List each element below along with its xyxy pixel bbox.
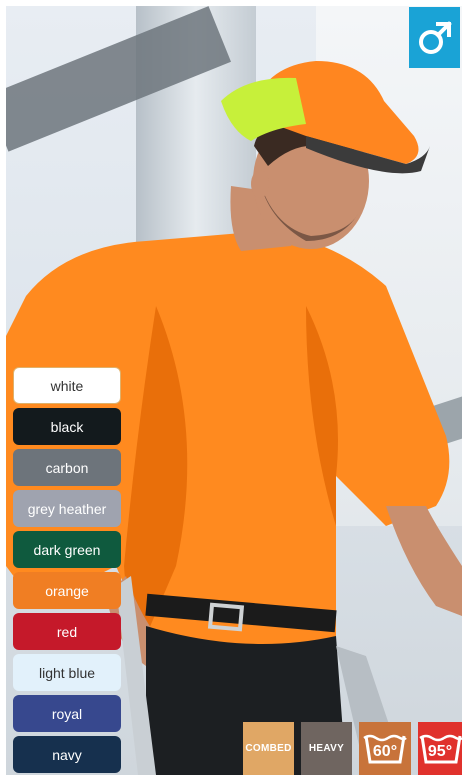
swatch-dark-green[interactable]: dark green	[13, 531, 121, 568]
combed-badge: COMBED	[243, 722, 294, 775]
swatch-light-blue[interactable]: light blue	[13, 654, 121, 691]
swatch-orange[interactable]: orange	[13, 572, 121, 609]
swatch-red[interactable]: red	[13, 613, 121, 650]
swatch-grey-heather[interactable]: grey heather	[13, 490, 121, 527]
swatch-carbon[interactable]: carbon	[13, 449, 121, 486]
swatch-royal[interactable]: royal	[13, 695, 121, 732]
gender-badge	[409, 7, 460, 68]
swatch-white[interactable]: white	[13, 367, 121, 404]
swatch-black[interactable]: black	[13, 408, 121, 445]
wash-60-badge: 60°	[359, 722, 411, 775]
heavy-badge: HEAVY	[301, 722, 352, 775]
male-symbol-icon	[418, 20, 452, 54]
color-swatch-list: white black carbon grey heather dark gre…	[13, 367, 121, 777]
swatch-navy[interactable]: navy	[13, 736, 121, 773]
wash-95-badge: 95°	[418, 722, 462, 775]
